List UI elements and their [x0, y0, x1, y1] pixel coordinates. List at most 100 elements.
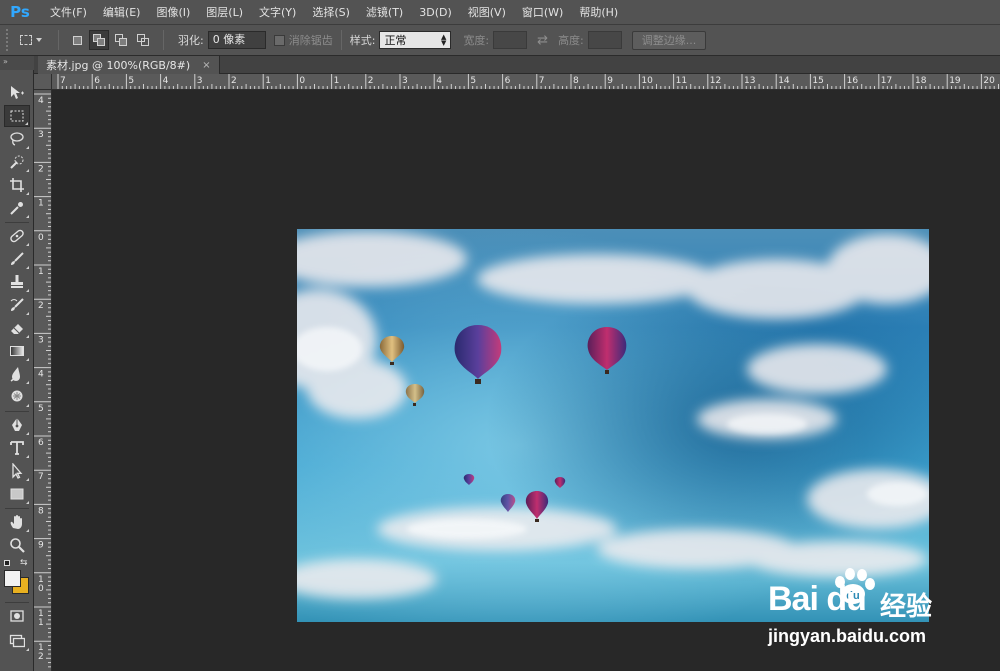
- width-label: 宽度:: [463, 34, 490, 47]
- chevron-down-icon: [36, 38, 42, 42]
- quick-mask-icon[interactable]: [4, 605, 30, 627]
- brush-tool-icon[interactable]: [4, 248, 30, 270]
- tool-preset-picker[interactable]: [20, 29, 50, 51]
- ruler-label: 1: [38, 618, 44, 628]
- menu-file[interactable]: 文件(F): [42, 0, 95, 25]
- ruler-label: 2: [38, 164, 44, 174]
- menu-edit[interactable]: 编辑(E): [95, 0, 149, 25]
- divider: [5, 411, 29, 412]
- ruler-origin[interactable]: [34, 74, 52, 90]
- document-tab-bar: 素材.jpg @ 100%(RGB/8#) ×: [34, 56, 1000, 74]
- ruler-label: 6: [94, 76, 100, 86]
- select-arrows-icon: ▲ ▼: [441, 33, 447, 47]
- hand-tool-icon[interactable]: [4, 511, 30, 533]
- ruler-label: 3: [402, 76, 408, 86]
- width-input[interactable]: [493, 31, 528, 49]
- vertical-ruler[interactable]: 43210123456789101112: [34, 90, 52, 671]
- ruler-label: 19: [949, 76, 961, 86]
- lasso-tool-icon[interactable]: [4, 128, 30, 150]
- ruler-label: 0: [38, 233, 44, 243]
- ruler-label: 7: [38, 472, 44, 482]
- antialias-checkbox[interactable]: [273, 34, 285, 46]
- toolbar-collapse-button[interactable]: »: [0, 56, 34, 70]
- gradient-tool-icon[interactable]: [4, 340, 30, 362]
- ruler-label: 1: [38, 267, 44, 277]
- feather-input[interactable]: 0 像素: [207, 31, 266, 49]
- menu-select[interactable]: 选择(S): [304, 0, 358, 25]
- rectangle-tool-icon[interactable]: [4, 483, 30, 505]
- new-selection-icon: [72, 35, 82, 45]
- ruler-label: 2: [38, 652, 44, 662]
- crop-tool-icon[interactable]: [4, 174, 30, 196]
- ruler-label: 0: [299, 76, 305, 86]
- intersect-selection-button[interactable]: [133, 30, 153, 50]
- ruler-label: 6: [38, 438, 44, 448]
- blur-tool-icon[interactable]: [4, 363, 30, 385]
- ruler-label: 4: [38, 96, 44, 106]
- ruler-label: 3: [197, 76, 203, 86]
- menu-help[interactable]: 帮助(H): [571, 0, 626, 25]
- foreground-color-swatch[interactable]: [4, 570, 21, 587]
- quick-selection-tool-icon[interactable]: [4, 151, 30, 173]
- menu-image[interactable]: 图像(I): [148, 0, 198, 25]
- style-label: 样式:: [349, 34, 376, 47]
- swap-width-height-icon[interactable]: ⇄: [537, 33, 548, 48]
- add-to-selection-button[interactable]: [89, 30, 109, 50]
- vertical-ruler-ticks: 43210123456789101112: [34, 93, 51, 668]
- document-canvas-image[interactable]: [297, 229, 929, 622]
- horizontal-ruler-ticks: 7654321012345678910111213141516171819202…: [57, 74, 999, 89]
- history-brush-tool-icon[interactable]: [4, 294, 30, 316]
- watermark-url: jingyan.baidu.com: [768, 626, 927, 646]
- spot-healing-brush-tool-icon[interactable]: [4, 225, 30, 247]
- dodge-tool-icon[interactable]: [4, 386, 30, 408]
- default-colors-icon[interactable]: [4, 560, 10, 566]
- marquee-preset-icon: [20, 35, 32, 45]
- eraser-tool-icon[interactable]: [4, 317, 30, 339]
- height-label: 高度:: [558, 34, 584, 47]
- menu-window[interactable]: 窗口(W): [514, 0, 571, 25]
- horizontal-ruler[interactable]: 7654321012345678910111213141516171819202…: [52, 74, 1000, 90]
- divider: [5, 508, 29, 509]
- menu-layer[interactable]: 图层(L): [198, 0, 251, 25]
- new-selection-button[interactable]: [67, 30, 87, 50]
- sky-balloons-photo: [297, 229, 929, 622]
- eyedropper-tool-icon[interactable]: [4, 197, 30, 219]
- ruler-label: 5: [128, 76, 134, 86]
- rectangular-marquee-tool-icon[interactable]: [4, 105, 30, 127]
- style-select[interactable]: 正常 ▲ ▼: [379, 31, 452, 49]
- options-bar-grip[interactable]: [6, 29, 12, 51]
- intersect-selection-icon: [137, 34, 149, 46]
- ruler-label: 13: [744, 76, 755, 86]
- ruler-label: 5: [38, 404, 44, 414]
- ruler-label: 5: [470, 76, 476, 86]
- watermark-brand: Bai du: [768, 580, 867, 618]
- watermark-cn-text: 经验: [880, 592, 933, 622]
- ruler-label: 9: [607, 76, 613, 86]
- ruler-label: 10: [641, 76, 653, 86]
- pen-tool-icon[interactable]: [4, 414, 30, 436]
- document-tab-title: 素材.jpg @ 100%(RGB/8#): [46, 59, 191, 72]
- menu-3d[interactable]: 3D(D): [411, 0, 460, 25]
- screen-mode-icon[interactable]: [4, 630, 30, 652]
- close-icon[interactable]: ×: [202, 60, 210, 71]
- refine-edge-button[interactable]: 调整边缘...: [631, 30, 707, 50]
- ruler-label: 1: [38, 199, 44, 209]
- clone-stamp-tool-icon[interactable]: [4, 271, 30, 293]
- subtract-from-selection-button[interactable]: [111, 30, 131, 50]
- height-input[interactable]: [587, 31, 622, 49]
- zoom-tool-icon[interactable]: [4, 534, 30, 556]
- ruler-label: 3: [38, 335, 44, 345]
- ruler-label: 4: [38, 370, 44, 380]
- horizontal-type-tool-icon[interactable]: [4, 437, 30, 459]
- tools-panel: ⇆: [0, 70, 34, 671]
- menu-view[interactable]: 视图(V): [460, 0, 514, 25]
- menu-type[interactable]: 文字(Y): [251, 0, 304, 25]
- move-tool-icon[interactable]: [4, 82, 30, 104]
- ruler-label: 20: [983, 76, 995, 86]
- document-tab[interactable]: 素材.jpg @ 100%(RGB/8#) ×: [38, 56, 220, 74]
- path-selection-tool-icon[interactable]: [4, 460, 30, 482]
- ruler-label: 2: [38, 301, 44, 311]
- swap-colors-icon[interactable]: ⇆: [20, 558, 28, 568]
- menu-filter[interactable]: 滤镜(T): [358, 0, 411, 25]
- feather-label: 羽化:: [178, 34, 204, 47]
